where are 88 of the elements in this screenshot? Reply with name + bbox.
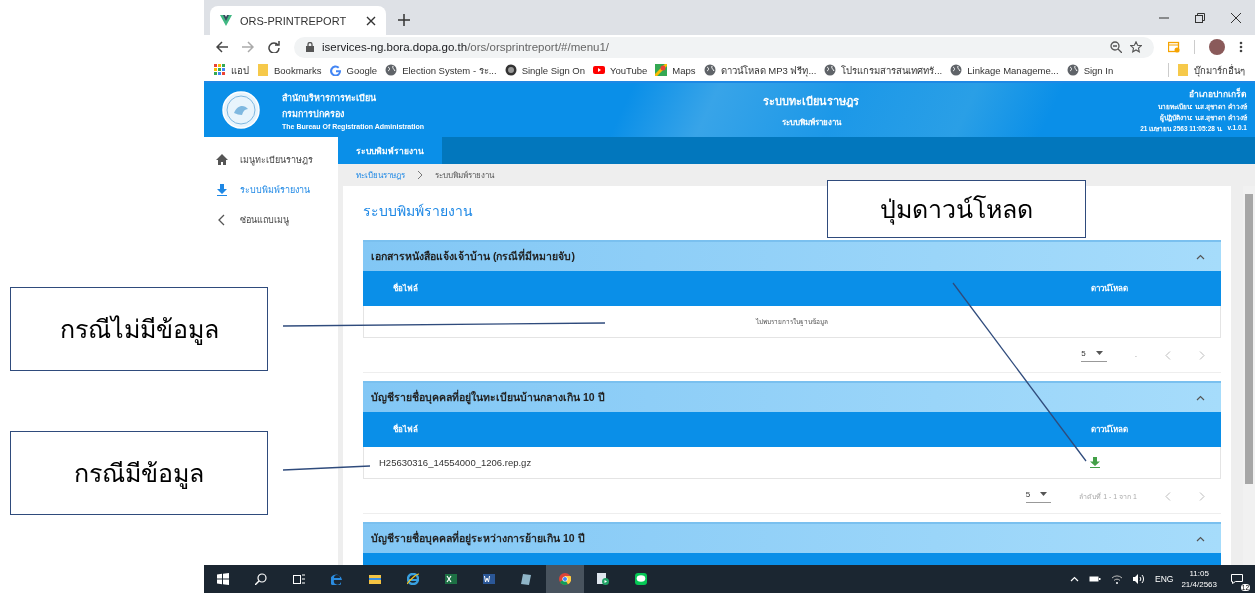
- sidebar-item[interactable]: เมนูทะเบียนราษฎร: [204, 145, 338, 175]
- folder-icon: [1177, 64, 1189, 76]
- close-icon[interactable]: [366, 15, 376, 26]
- apps-grid-icon: [214, 64, 226, 76]
- sidebar-item[interactable]: ซ่อนแถบเมนู: [204, 205, 338, 235]
- more-menu-icon[interactable]: [1239, 41, 1243, 53]
- media-app-icon: [597, 573, 609, 585]
- seal-emblem-icon: [222, 91, 260, 129]
- lock-icon: [306, 42, 314, 52]
- bookmark-item[interactable]: YouTube: [593, 64, 648, 76]
- column-header: ชื่อไฟล์: [392, 282, 419, 295]
- globe-icon: [950, 64, 963, 76]
- round-emblem-icon: [504, 64, 517, 76]
- globe-icon: [385, 64, 398, 76]
- chrome-logo-icon: [559, 573, 571, 585]
- star-icon[interactable]: [1130, 41, 1142, 53]
- org-name: สำนักบริหารการทะเบียน: [282, 91, 377, 105]
- back-arrow-icon[interactable]: [216, 41, 228, 53]
- map-pin-icon: [655, 64, 668, 76]
- bookmark-item[interactable]: ดาวน์โหลด MP3 ฟรีทุ...: [703, 62, 817, 78]
- panel-header[interactable]: บัญชีรายชื่อบุคคลที่อยู่ในทะเบียนบ้านกลางเกิน 10 ปี: [363, 381, 1221, 412]
- windows-logo-icon: [217, 573, 229, 585]
- annotation-callout: ปุ่มดาวน์โหลด: [827, 180, 1086, 238]
- panel-header[interactable]: เอกสารหนังสือแจ้งเจ้าบ้าน (กรณีที่มีหมายจับ): [363, 240, 1221, 271]
- file-name-cell-text: H25630316_14554000_1206.rep.gz: [378, 457, 533, 468]
- notepad-app-icon: [521, 573, 533, 585]
- new-tab-icon[interactable]: [398, 14, 410, 26]
- message-icon: [1231, 574, 1243, 584]
- address-bar[interactable]: iservices-ng.bora.dopa.go.th/ors/orsprintreport/#/menu1/: [294, 36, 1154, 58]
- dropdown-caret-icon: [1095, 351, 1103, 355]
- bookmark-item[interactable]: Bookmarks: [257, 64, 322, 76]
- dropdown-caret-icon: [1040, 492, 1048, 496]
- document-app-icon: [483, 573, 495, 585]
- bookmark-item[interactable]: Linkage Manageme...: [950, 64, 1059, 76]
- user-info: อำเภอปากเกร็ด: [1189, 86, 1247, 101]
- g-logo-icon: [329, 64, 342, 76]
- system-subtitle: ระบบพิมพ์รายงาน: [781, 116, 841, 129]
- zoom-out-icon[interactable]: [1110, 41, 1122, 53]
- bookmark-item[interactable]: แอป: [214, 62, 249, 78]
- page-size-select[interactable]: 5: [1081, 348, 1107, 362]
- page-size-select[interactable]: 5: [1025, 489, 1052, 503]
- bookmark-item[interactable]: โปรแกรมสารสนเทศทรั...: [824, 62, 943, 78]
- globe-icon: [824, 64, 837, 76]
- battery-icon[interactable]: [1089, 575, 1101, 583]
- bookmark-item[interactable]: Sign In: [1066, 64, 1114, 76]
- system-title: ระบบทะเบียนราษฎร: [763, 93, 860, 110]
- wifi-icon[interactable]: [1111, 574, 1123, 584]
- restore-icon[interactable]: [1195, 12, 1205, 23]
- speaker-icon[interactable]: [1133, 574, 1145, 584]
- clock-time[interactable]: 11:05: [1189, 569, 1209, 578]
- column-header: ชื่อไฟล์: [392, 423, 419, 436]
- annotation-callout: กรณีไม่มีข้อมูล: [10, 287, 268, 371]
- search-icon: [255, 573, 267, 585]
- folder-icon: [257, 64, 269, 76]
- annotation-callout: กรณีมีข้อมูล: [10, 431, 268, 515]
- profile-avatar[interactable]: [1209, 39, 1225, 55]
- breadcrumb-current: ระบบพิมพ์รายงาน: [435, 169, 494, 182]
- folder-icon: [369, 573, 381, 585]
- column-header: ดาวน์โหลด: [1091, 423, 1129, 436]
- globe-icon: [703, 64, 716, 76]
- spreadsheet-app-icon: [445, 573, 457, 585]
- org-name: กรมการปกครอง: [282, 107, 345, 121]
- home-icon: [216, 154, 228, 166]
- play-button-icon: [593, 64, 605, 76]
- close-icon[interactable]: [1231, 12, 1241, 23]
- v-logo-icon: [220, 15, 232, 26]
- page-title: ระบบพิมพ์รายงาน: [363, 202, 473, 221]
- bookmark-item[interactable]: Maps: [655, 64, 696, 76]
- task-view-icon: [293, 573, 305, 585]
- bookmark-item[interactable]: บุ๊กมาร์กอื่นๆ: [1177, 62, 1245, 78]
- bookmark-item[interactable]: Single Sign On: [504, 64, 585, 76]
- e-browser-icon: [407, 573, 419, 585]
- sidebar-item[interactable]: ระบบพิมพ์รายงาน: [204, 175, 338, 205]
- globe-icon: [1066, 64, 1079, 76]
- e-browser-icon: [331, 573, 343, 585]
- column-header: ดาวน์โหลด: [1091, 282, 1129, 295]
- bookmark-item[interactable]: Election System - ระ...: [385, 62, 497, 78]
- browser-tab[interactable]: ORS-PRINTREPORT: [210, 6, 386, 35]
- clock-date[interactable]: 21/4/2563: [1181, 580, 1217, 589]
- bookmark-item[interactable]: Google: [329, 64, 378, 76]
- reload-icon[interactable]: [268, 41, 280, 53]
- download-icon[interactable]: [1090, 457, 1100, 468]
- input-language[interactable]: ENG: [1155, 574, 1174, 584]
- chat-bubble-icon: [635, 573, 647, 585]
- download-icon: [216, 184, 228, 196]
- url-text: iservices-ng.bora.dopa.go.th/ors/orsprintreport/#/menu1/: [322, 41, 610, 53]
- panel-header[interactable]: บัญชีรายชื่อบุคคลที่อยู่ระหว่างการย้ายเกิน 10 ปี: [363, 522, 1221, 553]
- chevron-right-icon: [417, 171, 423, 179]
